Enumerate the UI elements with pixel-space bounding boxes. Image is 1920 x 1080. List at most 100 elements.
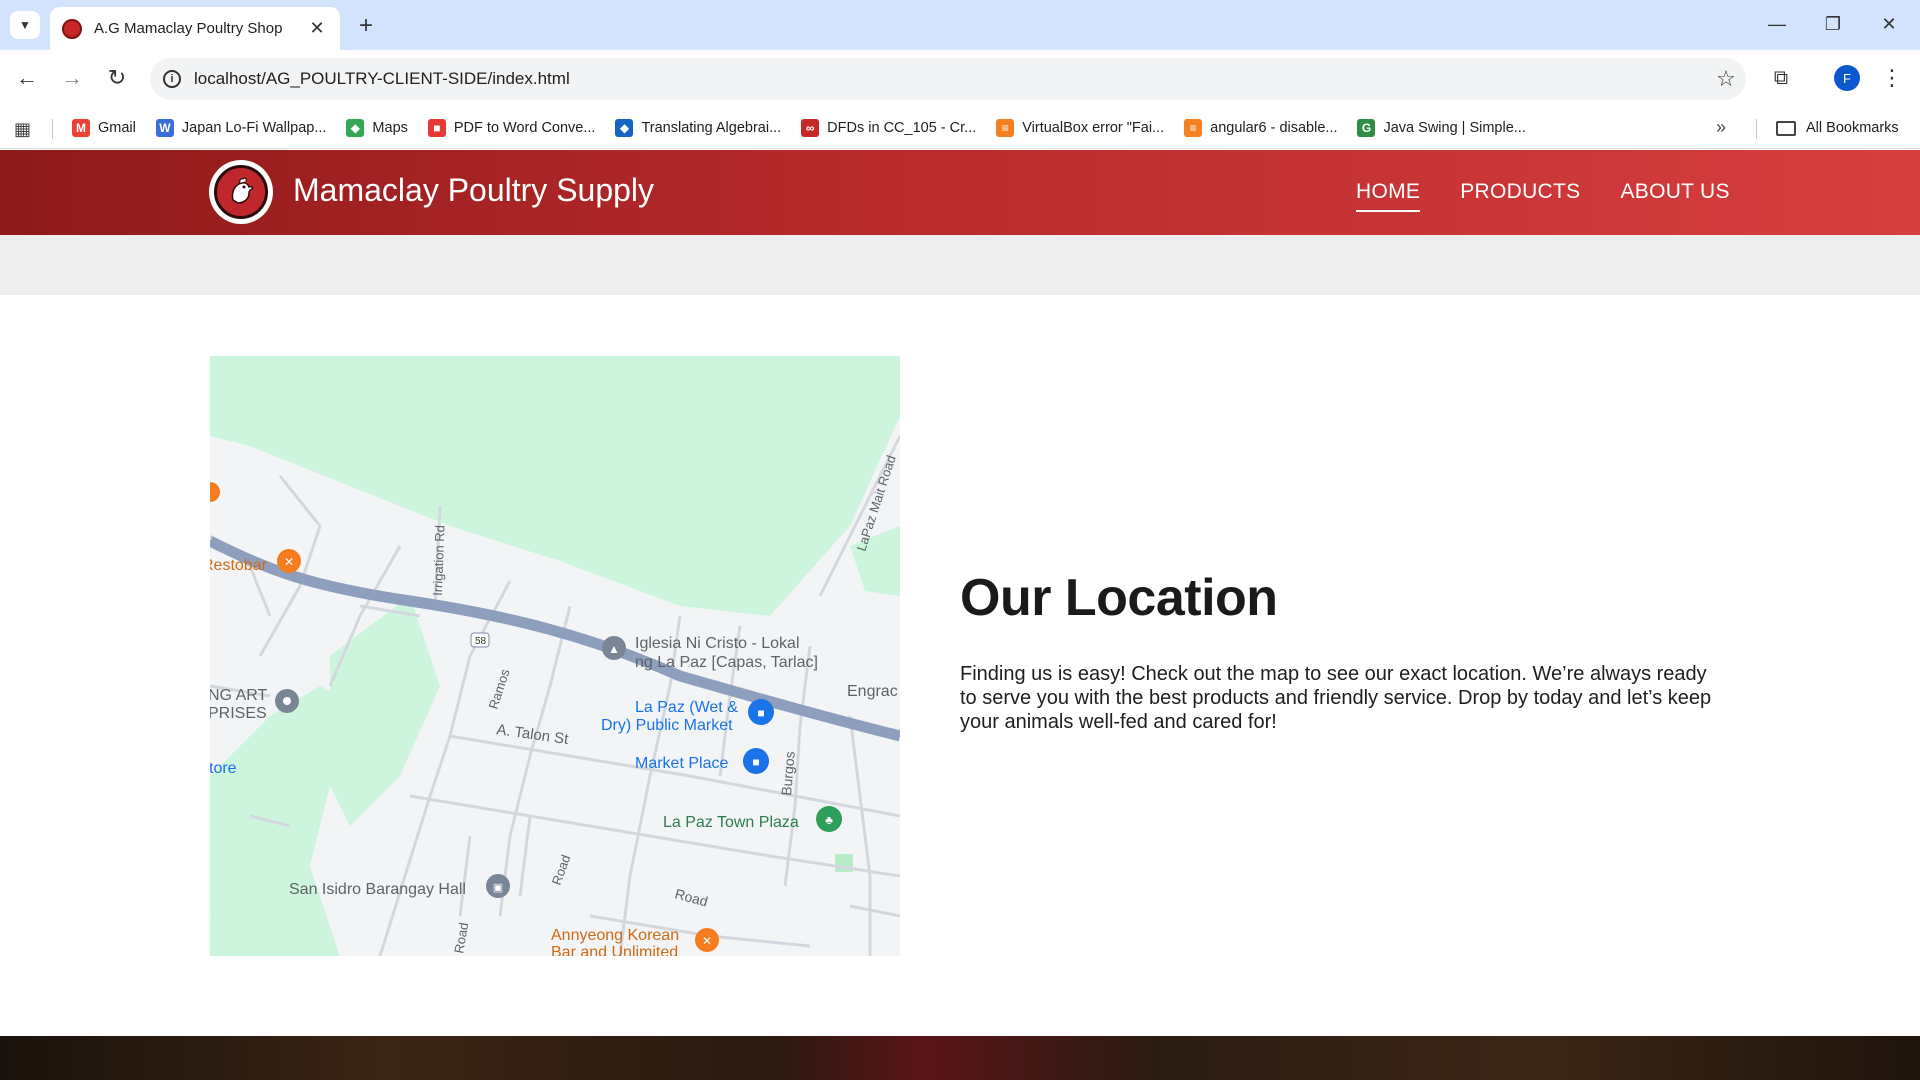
folder-icon <box>1776 120 1796 136</box>
bookmark-item[interactable]: ◆ Maps <box>346 119 408 137</box>
rooster-logo-icon[interactable] <box>209 160 273 224</box>
plaza-marker-icon: ♣ <box>816 806 842 832</box>
new-tab-button[interactable]: + <box>352 12 380 40</box>
location-description: Finding us is easy! Check out the map to… <box>960 663 1712 733</box>
address-url[interactable]: localhost/AG_POULTRY-CLIENT-SIDE/index.h… <box>194 69 1706 89</box>
map-label: Ramos <box>486 667 513 711</box>
translate-site-icon: ◆ <box>615 119 634 137</box>
maps-icon: ◆ <box>346 119 365 137</box>
church-marker-icon: ▲ <box>602 636 626 660</box>
more-bookmarks-icon[interactable]: » <box>1716 117 1726 138</box>
all-bookmarks-label: All Bookmarks <box>1806 120 1899 136</box>
nav-products[interactable]: PRODUCTS <box>1460 180 1580 212</box>
location-map[interactable]: ✕ ▲ ■ ■ ♣ ▣ ✕ Restobar Irrigation Rd LaP… <box>210 356 900 956</box>
offscreen-food-marker-icon <box>210 482 220 502</box>
tab-title: A.G Mamaclay Poultry Shop <box>94 20 283 37</box>
bookmark-item[interactable]: ≡ VirtualBox error "Fai... <box>996 119 1164 137</box>
bookmark-item[interactable]: ■ PDF to Word Conve... <box>427 119 596 137</box>
map-label: PRISES <box>210 705 267 722</box>
apps-grid-icon[interactable]: ▦ <box>14 119 31 140</box>
map-label: Irrigation Rd <box>430 525 447 596</box>
nav-about-us[interactable]: ABOUT US <box>1620 180 1729 212</box>
bookmark-label: VirtualBox error "Fai... <box>1022 120 1165 136</box>
bookmarks-divider <box>1756 119 1757 139</box>
profile-avatar[interactable]: F <box>1834 65 1860 91</box>
bookmark-label: PDF to Word Conve... <box>453 120 596 136</box>
tab-search-button[interactable]: ▼ <box>10 11 40 39</box>
map-label: San Isidro Barangay Hall <box>289 881 466 898</box>
geeksforgeeks-icon: G <box>1357 119 1376 137</box>
restore-icon[interactable]: ❐ <box>1810 8 1856 40</box>
map-label: Dry) Public Market <box>601 717 733 734</box>
bookmark-label: DFDs in CC_105 - Cr... <box>827 120 977 136</box>
bookmark-label: Japan Lo-Fi Wallpap... <box>181 120 327 136</box>
pdf-converter-icon: ■ <box>427 119 446 137</box>
gray-banner-strip <box>0 235 1920 295</box>
back-arrow-icon[interactable]: ← <box>11 62 43 94</box>
svg-text:✕: ✕ <box>284 555 294 569</box>
map-label: 58 <box>475 636 487 647</box>
map-label: tore <box>210 760 237 777</box>
site-info-icon[interactable]: i <box>150 70 194 88</box>
restobar-marker-icon: ✕ <box>277 549 301 573</box>
rooster-favicon-icon <box>62 18 82 39</box>
course-site-icon: ∞ <box>801 119 820 137</box>
window-close-icon[interactable]: ✕ <box>1866 8 1912 40</box>
bookmark-item[interactable]: M Gmail <box>72 119 136 137</box>
bookmark-item[interactable]: ≡ angular6 - disable... <box>1184 119 1337 137</box>
map-label: Road <box>673 885 709 909</box>
bookmark-label: Gmail <box>98 120 136 136</box>
svg-text:▣: ▣ <box>493 882 503 894</box>
kebab-menu-icon[interactable]: ⋮ <box>1880 62 1904 94</box>
address-bar[interactable]: i localhost/AG_POULTRY-CLIENT-SIDE/index… <box>150 58 1746 100</box>
bookmark-label: angular6 - disable... <box>1210 120 1338 136</box>
site-brand-name[interactable]: Mamaclay Poultry Supply <box>293 172 654 209</box>
minimize-icon[interactable]: — <box>1754 8 1800 40</box>
map-canvas: ✕ ▲ ■ ■ ♣ ▣ ✕ Restobar Irrigation Rd LaP… <box>210 356 900 956</box>
bookmark-label: Maps <box>372 120 408 136</box>
gmail-icon: M <box>72 119 90 137</box>
bookmark-item[interactable]: G Java Swing | Simple... <box>1357 119 1526 137</box>
forward-arrow-icon[interactable]: → <box>56 62 88 94</box>
svg-text:♣: ♣ <box>825 813 833 827</box>
park-area-central <box>330 596 440 826</box>
extensions-puzzle-icon[interactable]: ⧉ <box>1765 62 1797 94</box>
bookmark-label: Translating Algebrai... <box>641 120 782 136</box>
map-label: Road <box>549 853 574 887</box>
chevron-down-icon: ▼ <box>19 18 31 32</box>
stackoverflow-icon: ≡ <box>996 119 1015 137</box>
market-marker-icon: ■ <box>748 699 774 725</box>
bookmark-star-icon[interactable]: ☆ <box>1706 66 1746 92</box>
art-enterprises-marker-icon <box>275 689 299 713</box>
all-bookmarks-button[interactable]: All Bookmarks <box>1776 107 1899 149</box>
nav-home[interactable]: HOME <box>1356 180 1421 212</box>
korean-bar-marker-icon: ✕ <box>695 928 719 952</box>
bookmark-item[interactable]: W Japan Lo-Fi Wallpap... <box>155 119 327 137</box>
map-label: Annyeong Korean <box>551 927 679 944</box>
map-label: Road <box>451 921 471 954</box>
map-label: Bar and Unlimited <box>551 944 678 956</box>
bookmarks-bar: ▦ M Gmail W Japan Lo-Fi Wallpap... ◆ Maps ■ PDF… <box>0 107 1920 149</box>
bookmark-item[interactable]: ◆ Translating Algebrai... <box>615 119 781 137</box>
map-label: Engrac <box>847 683 898 700</box>
next-section-hero-image <box>0 1036 1920 1080</box>
map-label: La Paz Town Plaza <box>663 814 799 831</box>
reload-icon[interactable]: ↻ <box>101 62 133 94</box>
svg-text:▲: ▲ <box>608 642 620 656</box>
map-label: La Paz (Wet & <box>635 699 738 716</box>
svg-text:■: ■ <box>752 755 759 769</box>
market-place-marker-icon: ■ <box>743 748 769 774</box>
bookmark-item[interactable]: ∞ DFDs in CC_105 - Cr... <box>801 119 976 137</box>
barangay-hall-marker-icon: ▣ <box>486 874 510 898</box>
browser-toolbar: ← → ↻ i localhost/AG_POULTRY-CLIENT-SIDE… <box>0 50 1920 107</box>
bookmark-label: Java Swing | Simple... <box>1383 120 1526 136</box>
wallpaper-site-icon: W <box>155 119 174 137</box>
map-label: ng La Paz [Capas, Tarlac] <box>635 654 818 671</box>
close-icon[interactable]: ✕ <box>306 18 328 40</box>
bookmarks-divider <box>52 119 53 139</box>
svg-text:✕: ✕ <box>702 934 712 948</box>
browser-tab[interactable]: A.G Mamaclay Poultry Shop ✕ <box>50 7 340 50</box>
map-label: NG ART <box>210 687 268 704</box>
map-label: Restobar <box>210 557 268 574</box>
map-label: Iglesia Ni Cristo - Lokal <box>635 635 800 652</box>
